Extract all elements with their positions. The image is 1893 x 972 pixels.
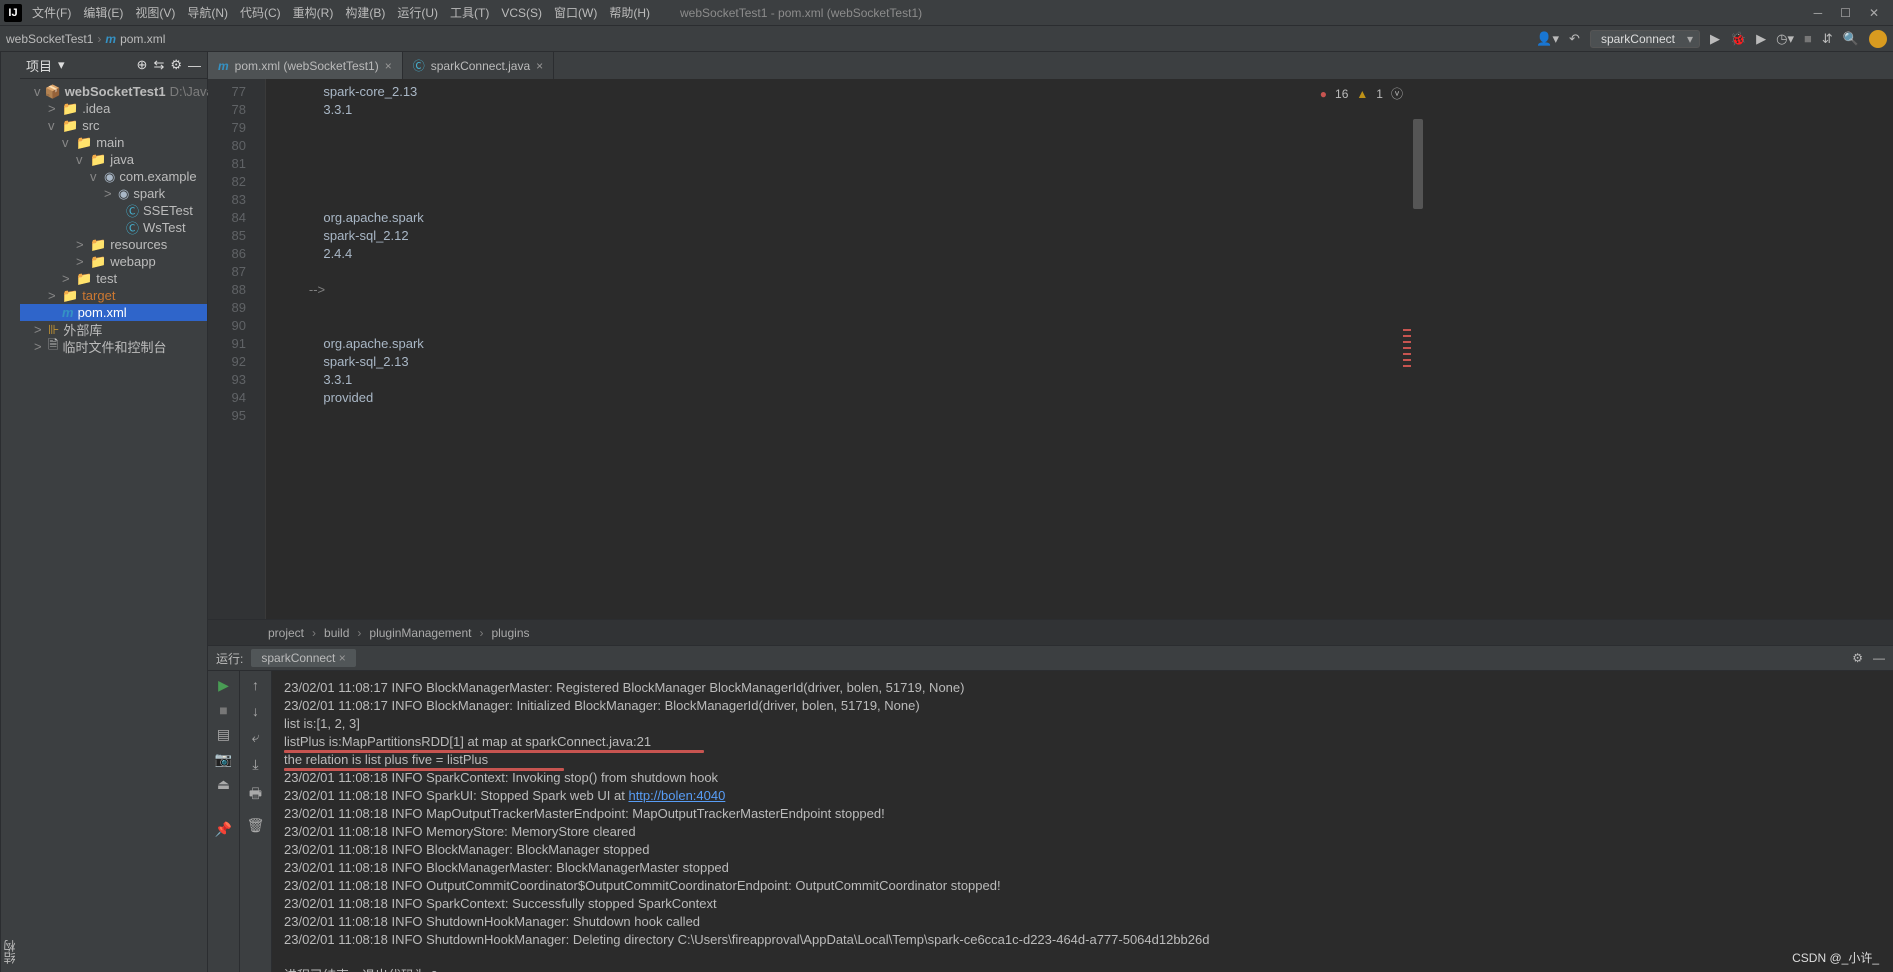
rerun-icon[interactable]: ▶	[218, 677, 229, 694]
breadcrumb-seg[interactable]: project	[268, 626, 304, 640]
exit-icon[interactable]: ⏏	[217, 776, 230, 793]
tree-item[interactable]: >📁 target	[20, 287, 207, 304]
nav-bar: webSocketTest1 › m pom.xml 👤▾ ↶ sparkCon…	[0, 26, 1893, 52]
layout-icon[interactable]: ▤	[217, 726, 230, 743]
tree-item[interactable]: v◉ com.example	[20, 168, 207, 185]
tree-item[interactable]: >🗎 临时文件和控制台	[20, 338, 207, 355]
expand-icon[interactable]: ⇆	[153, 57, 164, 73]
app-logo-icon: IJ	[4, 4, 22, 22]
inspection-widget[interactable]: ●16 ▲1 ⓥ	[1320, 85, 1403, 103]
tree-item[interactable]: >📁 webapp	[20, 253, 207, 270]
maven-icon: m	[105, 32, 116, 46]
project-tool-header: 项目 ▾ ⊕ ⇆ ⚙ —	[20, 52, 207, 79]
down-icon[interactable]: ↓	[252, 703, 259, 719]
tree-item[interactable]: >📁 test	[20, 270, 207, 287]
editor-tab[interactable]: ⒸsparkConnect.java×	[403, 52, 554, 79]
window-title: webSocketTest1 - pom.xml (webSocketTest1…	[680, 6, 922, 20]
search-icon[interactable]: 🔍	[1843, 31, 1859, 47]
editor-gutter: 77787980818283848586878889909192939495	[208, 79, 254, 619]
editor-right-pane	[1413, 79, 1893, 619]
project-tool-label[interactable]: 项目	[26, 56, 52, 75]
run-label: 运行:	[216, 650, 243, 667]
error-stripe[interactable]	[1403, 79, 1411, 619]
maximize-icon[interactable]: ☐	[1840, 6, 1851, 20]
wrap-icon[interactable]: ⤶	[252, 729, 260, 746]
avatar[interactable]	[1869, 30, 1887, 48]
menu-item[interactable]: 导航(N)	[181, 4, 234, 22]
user-icon[interactable]: 👤▾	[1536, 31, 1559, 47]
scroll-icon[interactable]: ⤓	[252, 756, 258, 773]
editor-breadcrumbs[interactable]: project›build›pluginManagement›plugins	[208, 619, 1893, 645]
editor-tabs: mpom.xml (webSocketTest1)×ⒸsparkConnect.…	[208, 52, 1893, 79]
menu-item[interactable]: 代码(C)	[234, 4, 287, 22]
tree-item[interactable]: v📁 main	[20, 134, 207, 151]
hide-icon[interactable]: —	[188, 58, 201, 73]
breadcrumb-seg[interactable]: pluginManagement	[369, 626, 471, 640]
scrollbar-thumb[interactable]	[1413, 119, 1423, 209]
snapshot-icon[interactable]: 📷	[215, 751, 232, 768]
print-icon[interactable]: 🖶	[249, 783, 262, 807]
menu-item[interactable]: 视图(V)	[129, 4, 181, 22]
git-icon[interactable]: ⇵	[1822, 31, 1833, 47]
breadcrumb-seg[interactable]: build	[324, 626, 349, 640]
close-tab-icon[interactable]: ×	[385, 59, 392, 73]
menu-item[interactable]: VCS(S)	[495, 4, 548, 22]
breadcrumb-file[interactable]: pom.xml	[120, 32, 165, 46]
menu-item[interactable]: 运行(U)	[391, 4, 444, 22]
stop-icon[interactable]: ■	[219, 702, 227, 718]
breadcrumb-seg[interactable]: plugins	[491, 626, 529, 640]
up-icon[interactable]: ↑	[252, 677, 259, 693]
left-tool-rail[interactable]: 结构	[0, 52, 20, 972]
tree-item[interactable]: Ⓒ SSETest	[20, 202, 207, 219]
watermark: CSDN @_小许_	[1792, 949, 1879, 966]
project-root[interactable]: webSocketTest1	[65, 84, 166, 99]
debug-icon[interactable]: 🐞	[1730, 31, 1746, 47]
tree-item[interactable]: Ⓒ WsTest	[20, 219, 207, 236]
editor[interactable]: ●16 ▲1 ⓥ spark-core_2.13 3.3.1 org.apach…	[266, 79, 1413, 619]
gear-icon[interactable]: ⚙	[1852, 651, 1863, 665]
menu-bar: IJ 文件(F)编辑(E)视图(V)导航(N)代码(C)重构(R)构建(B)运行…	[0, 0, 1893, 26]
menu-item[interactable]: 帮助(H)	[603, 4, 656, 22]
profiler-icon[interactable]: ◷▾	[1776, 31, 1794, 47]
clear-icon[interactable]: 🗑	[247, 817, 265, 834]
project-tree[interactable]: v📦 webSocketTest1 D:\Java\IdeaProjects >…	[20, 79, 207, 359]
gear-icon[interactable]: ⚙	[170, 57, 182, 73]
back-icon[interactable]: ↶	[1569, 31, 1580, 47]
run-tab[interactable]: sparkConnect ×	[251, 649, 355, 667]
menu-item[interactable]: 构建(B)	[339, 4, 391, 22]
coverage-icon[interactable]: ▶	[1756, 31, 1766, 47]
hide-icon[interactable]: —	[1873, 651, 1885, 665]
tree-item[interactable]: v📁 src	[20, 117, 207, 134]
run-tool-header: 运行: sparkConnect × ⚙ —	[208, 646, 1893, 671]
breadcrumb-root[interactable]: webSocketTest1	[6, 32, 93, 46]
select-opened-icon[interactable]: ⊕	[137, 57, 148, 73]
tree-item[interactable]: m pom.xml	[20, 304, 207, 321]
tree-item[interactable]: v📁 java	[20, 151, 207, 168]
run-icon[interactable]: ▶	[1710, 31, 1720, 47]
tree-item[interactable]: >◉ spark	[20, 185, 207, 202]
console-output[interactable]: 23/02/01 11:08:17 INFO BlockManagerMaste…	[272, 671, 1893, 972]
close-icon[interactable]: ✕	[1869, 6, 1879, 20]
tool-structure[interactable]: 结构	[1, 940, 20, 964]
pin-icon[interactable]: 📌	[215, 821, 232, 838]
run-tool-left2: ↑ ↓ ⤶ ⤓ 🖶 🗑	[240, 671, 272, 972]
fold-gutter[interactable]	[254, 79, 266, 619]
editor-tab[interactable]: mpom.xml (webSocketTest1)×	[208, 52, 403, 79]
run-config-dropdown[interactable]: sparkConnect	[1590, 30, 1700, 48]
tree-item[interactable]: >📁 .idea	[20, 100, 207, 117]
run-tool-left: ▶ ■ ▤ 📷 ⏏ 📌	[208, 671, 240, 972]
menu-item[interactable]: 重构(R)	[287, 4, 340, 22]
stop-icon[interactable]: ■	[1804, 31, 1812, 46]
close-tab-icon[interactable]: ×	[536, 59, 543, 73]
minimize-icon[interactable]: ─	[1814, 6, 1823, 20]
tree-item[interactable]: >📁 resources	[20, 236, 207, 253]
menu-item[interactable]: 文件(F)	[26, 4, 77, 22]
menu-item[interactable]: 工具(T)	[444, 4, 495, 22]
menu-item[interactable]: 窗口(W)	[548, 4, 603, 22]
menu-item[interactable]: 编辑(E)	[77, 4, 129, 22]
